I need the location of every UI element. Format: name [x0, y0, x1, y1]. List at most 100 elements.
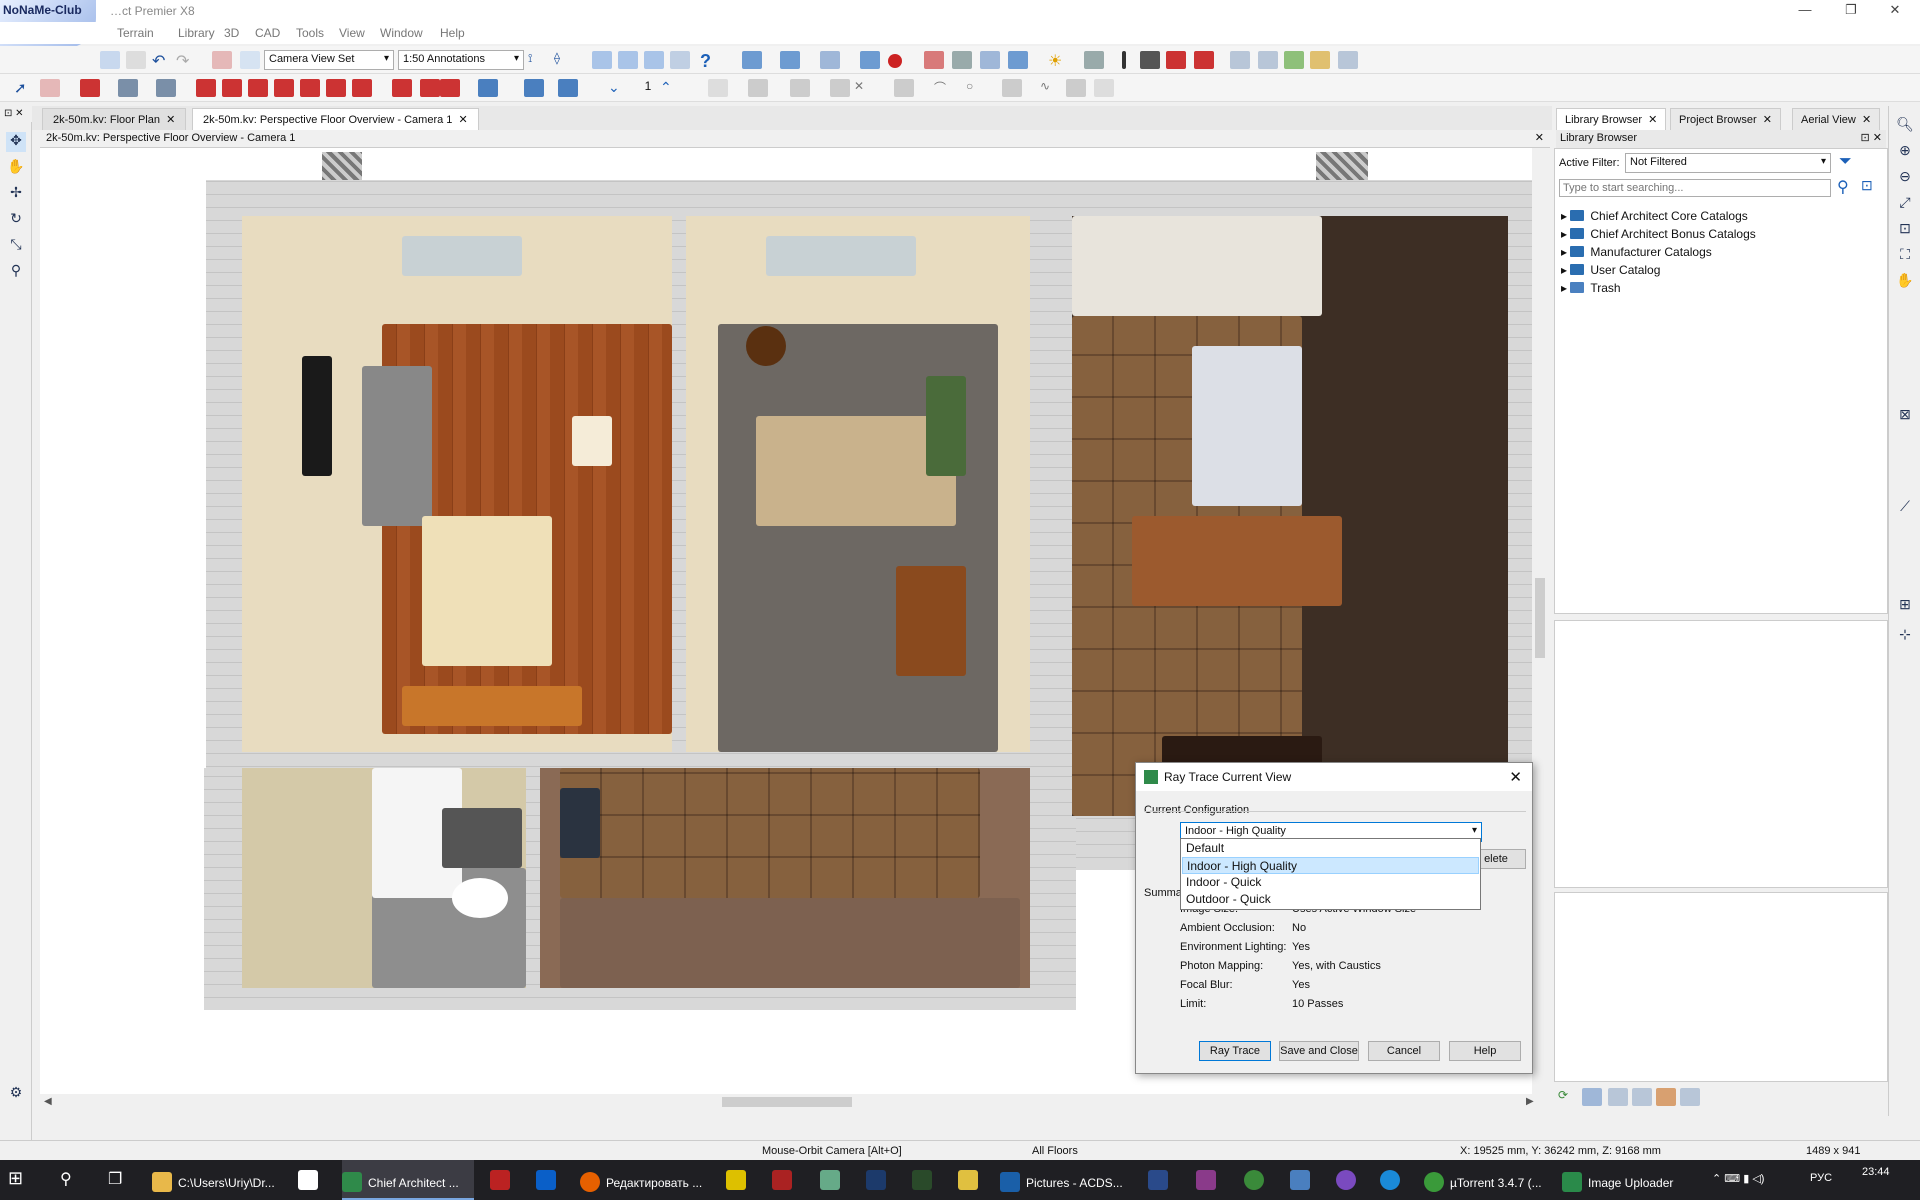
library-list-icon[interactable] — [1608, 1088, 1628, 1106]
terrain-icon[interactable] — [326, 79, 346, 97]
tab-project-browser[interactable]: Project Browser ✕ — [1670, 108, 1781, 130]
layout-box-icon[interactable] — [1258, 51, 1278, 69]
fill-icon[interactable] — [1094, 79, 1114, 97]
menu-help[interactable]: Help — [440, 26, 465, 40]
search-icon[interactable]: ⚲ — [1837, 177, 1849, 197]
window-tool-icon[interactable] — [222, 79, 242, 97]
transform-icon[interactable] — [894, 79, 914, 97]
panel-pin-icon[interactable]: ⊡ ✕ — [4, 108, 24, 119]
rotate-camera-icon[interactable]: ↻ — [6, 210, 26, 230]
window-tile-icon[interactable] — [1338, 51, 1358, 69]
layer-display-icon[interactable] — [558, 79, 578, 97]
minimize-icon[interactable]: — — [1790, 2, 1820, 20]
cabinet-icon[interactable] — [118, 79, 138, 97]
menu-library[interactable]: Library — [178, 26, 215, 40]
redo-icon[interactable]: ↷ — [176, 51, 196, 70]
break-icon[interactable] — [1066, 79, 1086, 97]
pan-icon[interactable]: ✋ — [1895, 272, 1915, 292]
view-close-icon[interactable]: ✕ — [1535, 131, 1544, 144]
layout-icon[interactable] — [1230, 51, 1250, 69]
select-arrow-icon[interactable]: ➚ — [14, 79, 34, 97]
undo-icon[interactable]: ↶ — [152, 51, 172, 70]
app-feather-icon[interactable] — [1290, 1160, 1316, 1200]
tree-item-user[interactable]: ▸ User Catalog — [1561, 263, 1660, 277]
light-icon[interactable]: ☀ — [1048, 51, 1068, 70]
roof-icon[interactable] — [248, 79, 268, 97]
taskbar-image-uploader[interactable]: Image Uploader — [1562, 1160, 1692, 1200]
pencil-icon[interactable] — [1122, 51, 1126, 69]
horizontal-scrollbar[interactable]: ◀ ▶ — [40, 1094, 1540, 1110]
help-button[interactable]: Help — [1449, 1041, 1521, 1061]
arch-icon[interactable] — [420, 79, 440, 97]
option-indoor-quick[interactable]: Indoor - Quick — [1182, 874, 1479, 891]
fill-window-icon[interactable]: ⤢ — [1895, 194, 1915, 214]
3d-camera-icon[interactable] — [742, 51, 762, 69]
annotation-set-select[interactable]: 1:50 Annotations — [398, 50, 524, 70]
tab-library-browser[interactable]: Library Browser ✕ — [1556, 108, 1667, 130]
skype-icon[interactable] — [1380, 1160, 1406, 1200]
line-tool-icon[interactable] — [708, 79, 728, 97]
zoom-icon[interactable]: 🔍︎ — [1895, 116, 1915, 136]
filezilla-icon[interactable] — [490, 1160, 516, 1200]
fixture-icon[interactable] — [300, 79, 320, 97]
taskbar-explorer[interactable]: C:\Users\Uriy\Dr... — [152, 1160, 294, 1200]
start-windows-icon[interactable]: ⊞ — [8, 1160, 23, 1200]
save-icon[interactable] — [100, 51, 120, 69]
checklist-icon[interactable] — [240, 51, 260, 69]
zoom-in-icon[interactable]: ⊕ — [1895, 142, 1915, 162]
filter-icon[interactable]: ⏷ — [1839, 153, 1852, 171]
tilt-camera-icon[interactable]: ⤡ — [6, 236, 26, 256]
menu-terrain[interactable]: Terrain — [117, 26, 154, 40]
muse-icon[interactable] — [912, 1160, 938, 1200]
tab-perspective-overview[interactable]: 2k-50m.kv: Perspective Floor Overview - … — [192, 108, 479, 130]
library-add-icon[interactable] — [1582, 1088, 1602, 1106]
pan-hand-icon[interactable]: ✋ — [6, 158, 26, 178]
lock-icon[interactable]: ⊠ — [1895, 406, 1915, 426]
search-options-icon[interactable]: ⊡ — [1861, 177, 1873, 194]
view-detail-icon[interactable] — [670, 51, 690, 69]
arc-icon[interactable]: ⌒ — [934, 79, 954, 97]
library-edit-icon[interactable] — [1656, 1088, 1676, 1106]
clock[interactable]: 23:44 — [1862, 1160, 1890, 1200]
library-grid-icon[interactable] — [1632, 1088, 1652, 1106]
taskbar-utorrent[interactable]: µTorrent 3.4.7 (... — [1424, 1160, 1556, 1200]
settings-gear-icon[interactable]: ⚙ — [6, 1084, 26, 1104]
move-camera-icon[interactable]: ✢ — [6, 184, 26, 204]
camera-view-set-select[interactable]: Camera View Set — [264, 50, 394, 70]
circle-icon[interactable]: ○ — [966, 79, 986, 97]
zoom-out-icon[interactable]: ⊖ — [1895, 168, 1915, 188]
batman-icon[interactable] — [726, 1160, 752, 1200]
room-icon[interactable] — [156, 79, 176, 97]
menu-view[interactable]: View — [339, 26, 365, 40]
option-default[interactable]: Default — [1182, 840, 1479, 857]
exterior-view-icon[interactable] — [1008, 51, 1028, 69]
shape-icon[interactable] — [1002, 79, 1022, 97]
menu-tools[interactable]: Tools — [296, 26, 324, 40]
menu-window[interactable]: Window — [380, 26, 423, 40]
tray-icons[interactable]: ⌃ ⌨ ▮ ◁) — [1712, 1160, 1764, 1200]
3d-view-icon[interactable] — [780, 51, 800, 69]
view-grid-icon[interactable] — [618, 51, 638, 69]
tree-item-manufacturer[interactable]: ▸ Manufacturer Catalogs — [1561, 245, 1712, 259]
menu-3d[interactable]: 3D — [224, 26, 239, 40]
orbit-icon[interactable] — [820, 51, 840, 69]
tree-item-trash[interactable]: ▸ Trash — [1561, 281, 1621, 295]
floor-number-field[interactable]: 1 — [638, 79, 658, 97]
material-painter-icon[interactable] — [1166, 51, 1186, 69]
eyedropper-icon[interactable] — [1140, 51, 1160, 69]
panel-close-icon[interactable]: ⊡ ✕ — [1861, 131, 1883, 144]
box-tool-icon[interactable] — [830, 79, 850, 97]
dropbox-icon[interactable] — [536, 1160, 562, 1200]
vertical-scrollbar[interactable] — [1532, 148, 1548, 1094]
store-icon[interactable] — [298, 1160, 324, 1200]
app-f-icon[interactable] — [1196, 1160, 1222, 1200]
render-icon[interactable] — [952, 51, 972, 69]
grid-icon[interactable]: ⊞ — [1895, 596, 1915, 616]
record-icon[interactable] — [888, 54, 902, 68]
zoom-extents-icon[interactable]: ⛶ — [1895, 246, 1915, 266]
vscroll-thumb[interactable] — [1535, 578, 1545, 658]
polyline-icon[interactable] — [748, 79, 768, 97]
notepad-icon[interactable] — [820, 1160, 846, 1200]
walk-camera-icon[interactable]: ⚲ — [6, 262, 26, 282]
restore-icon[interactable]: ❐ — [1836, 2, 1866, 20]
